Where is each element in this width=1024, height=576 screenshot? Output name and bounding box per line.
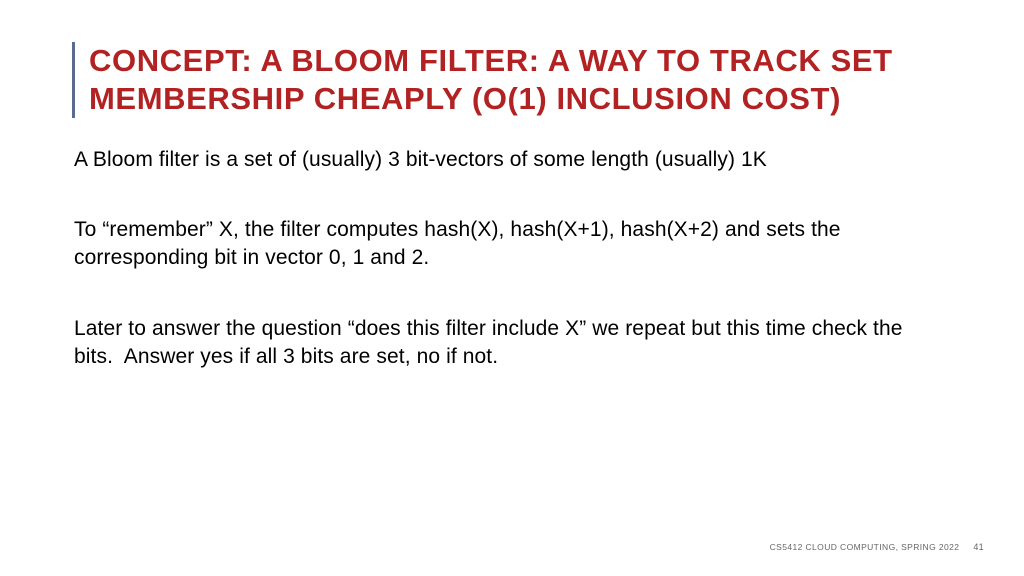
slide-title: CONCEPT: A BLOOM FILTER: A WAY TO TRACK …: [89, 42, 952, 118]
footer-page-number: 41: [973, 542, 984, 552]
title-block: CONCEPT: A BLOOM FILTER: A WAY TO TRACK …: [72, 42, 952, 118]
body-paragraph: A Bloom filter is a set of (usually) 3 b…: [74, 146, 952, 174]
body-paragraph: Later to answer the question “does this …: [74, 315, 952, 372]
body-content: A Bloom filter is a set of (usually) 3 b…: [72, 146, 952, 372]
slide-footer: CS5412 CLOUD COMPUTING, SPRING 2022 41: [770, 542, 984, 552]
slide-container: CONCEPT: A BLOOM FILTER: A WAY TO TRACK …: [0, 0, 1024, 576]
body-paragraph: To “remember” X, the filter computes has…: [74, 216, 952, 273]
footer-course-label: CS5412 CLOUD COMPUTING, SPRING 2022: [770, 542, 960, 552]
title-accent-bar: [72, 42, 75, 118]
